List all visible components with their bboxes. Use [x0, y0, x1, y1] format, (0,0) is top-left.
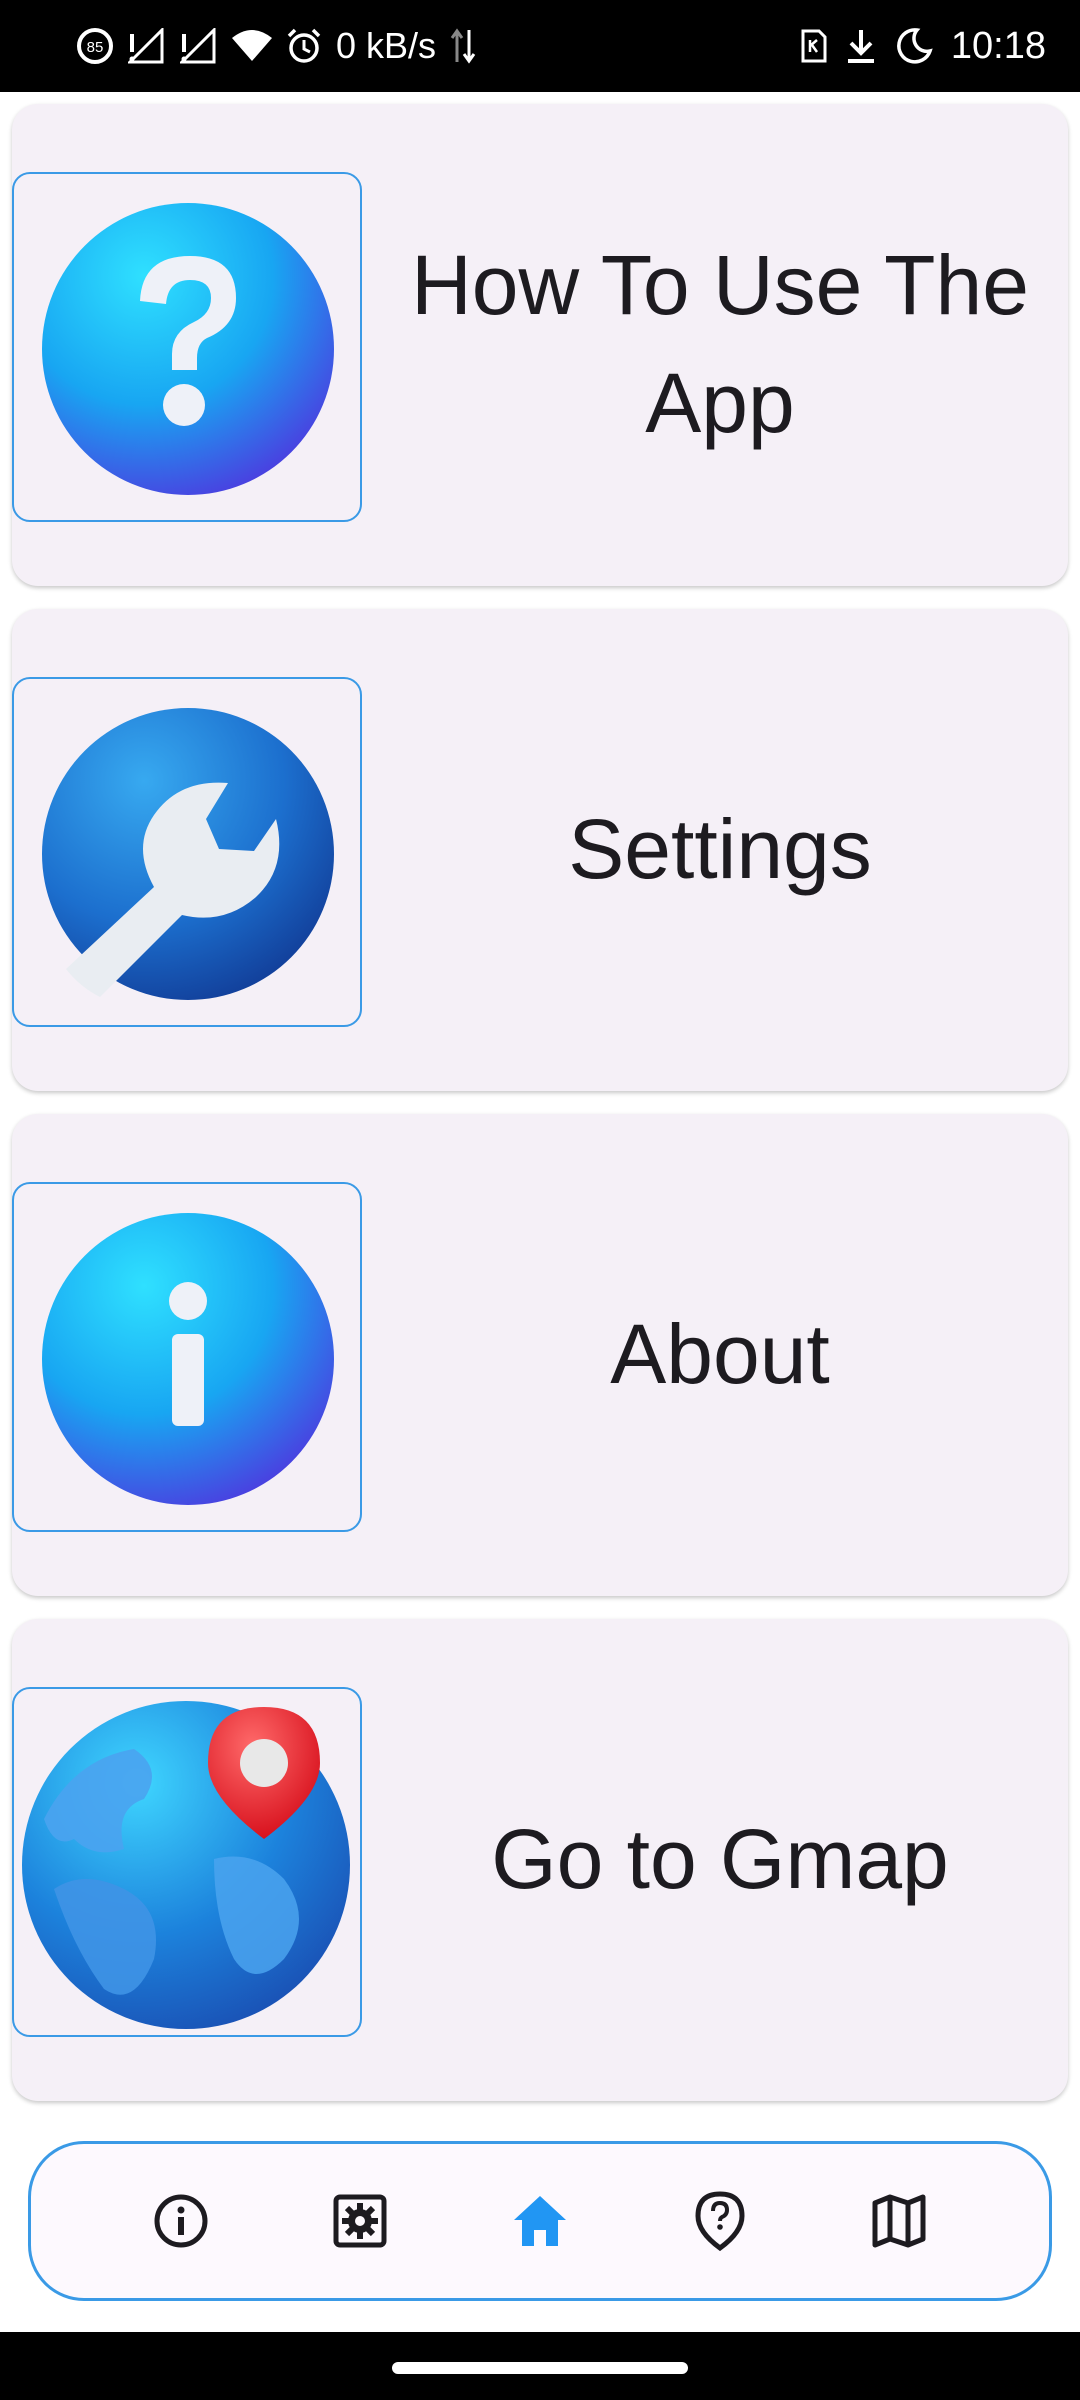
wrench-icon	[42, 708, 334, 1000]
globe-pin-icon	[22, 1701, 350, 2029]
alarm-icon	[286, 28, 322, 64]
settings-icon	[333, 2194, 387, 2248]
download-icon	[845, 28, 877, 64]
nav-gmap[interactable]	[863, 2185, 935, 2257]
svg-text:85: 85	[87, 39, 104, 56]
home-icon	[513, 2196, 566, 2246]
net-speed-text: 0 kB/s	[336, 25, 437, 66]
nav-home[interactable]	[504, 2185, 576, 2257]
status-left: 85 0 kB/s	[76, 25, 476, 67]
status-bar: 85 0 kB/s 10:18	[0, 0, 1080, 92]
card-icon-frame	[12, 172, 362, 522]
info-outline-icon	[154, 2194, 208, 2248]
card-icon-frame	[12, 1182, 362, 1532]
no-signal-icon-2	[180, 28, 218, 64]
battery-saver-icon: 85	[76, 27, 114, 65]
gesture-navigation-area	[0, 2332, 1080, 2400]
question-icon	[42, 203, 334, 495]
bottom-navigation	[28, 2141, 1052, 2301]
card-icon-frame	[12, 677, 362, 1027]
nav-settings[interactable]	[324, 2185, 396, 2257]
do-not-disturb-moon-icon	[895, 27, 933, 65]
home-gesture-handle[interactable]	[392, 2362, 688, 2374]
card-about[interactable]: About	[12, 1114, 1068, 1596]
status-right: 10:18	[801, 25, 1046, 68]
card-go-to-gmap[interactable]: Go to Gmap	[12, 1619, 1068, 2101]
card-icon-frame	[12, 1687, 362, 2037]
map-icon	[872, 2194, 926, 2248]
info-icon	[42, 1213, 334, 1505]
card-label: Go to Gmap	[491, 1812, 949, 1907]
clock-time: 10:18	[950, 24, 1046, 67]
sim-card-icon	[801, 29, 827, 63]
data-arrows-icon	[450, 28, 476, 64]
card-label: Settings	[568, 802, 872, 897]
card-settings[interactable]: Settings	[12, 609, 1068, 1091]
card-label: About	[610, 1307, 830, 1402]
card-label: How To Use The App	[411, 238, 1029, 450]
wifi-icon	[232, 30, 272, 62]
no-signal-icon	[128, 28, 166, 64]
location-help-icon	[695, 2191, 745, 2252]
card-how-to-use[interactable]: How To Use The App	[12, 104, 1068, 586]
nav-about[interactable]	[145, 2185, 217, 2257]
nav-how-to-use[interactable]	[684, 2185, 756, 2257]
